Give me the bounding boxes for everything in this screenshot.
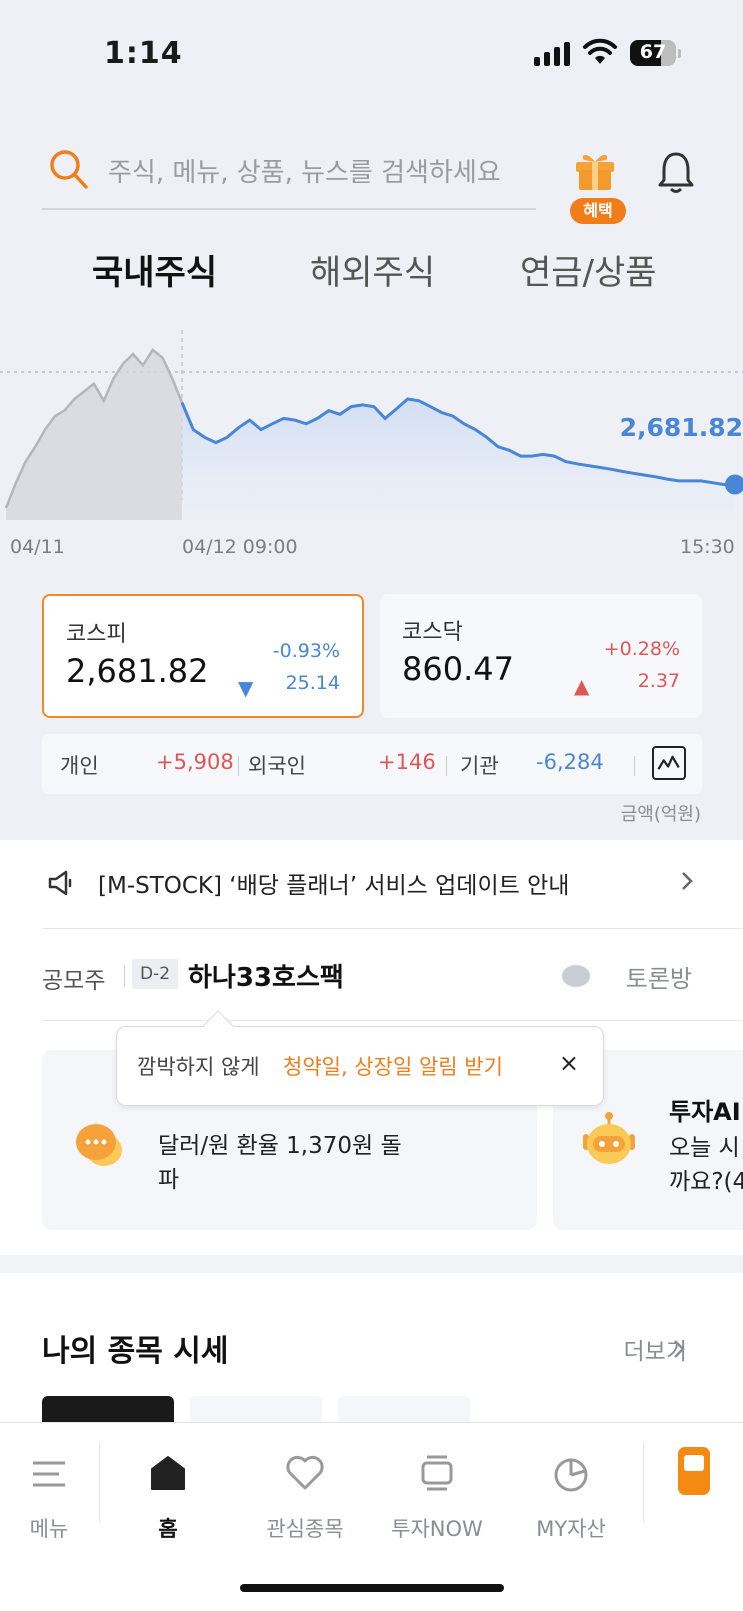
- benefit-button[interactable]: 혜택: [570, 148, 626, 228]
- robot-icon: [583, 1112, 635, 1164]
- home-icon: [151, 1456, 185, 1490]
- bottom-navigation: 메뉴 홈 관심종목 투자NOW MY자산: [0, 1422, 743, 1611]
- chat-bubble-icon: [562, 965, 590, 987]
- pie-icon: [554, 1458, 588, 1492]
- down-arrow-icon: ▼: [238, 676, 254, 700]
- card-title: 투자AI: [669, 1098, 741, 1126]
- tooltip-text: 깜박하지 않게: [137, 1055, 260, 1079]
- investor-label-institution: 기관: [460, 754, 499, 778]
- x-label-prev-day: 04/11: [10, 536, 65, 558]
- ipo-label: 공모주: [42, 968, 106, 994]
- kosdaq-card[interactable]: 코스닥 860.47 ▲ +0.28% 2.37: [380, 594, 702, 718]
- investor-value-foreign: +146: [378, 750, 436, 774]
- bell-icon[interactable]: [656, 150, 696, 194]
- index-change-points: 25.14: [285, 672, 340, 694]
- ipo-name: 하나33호스팩: [188, 963, 344, 993]
- kospi-card[interactable]: 코스피 2,681.82 ▼ -0.93% 25.14: [42, 594, 364, 718]
- index-value: 860.47: [402, 650, 514, 688]
- index-name: 코스닥: [402, 620, 463, 645]
- nav-label: MY자산: [536, 1517, 606, 1541]
- index-change-percent: +0.28%: [603, 638, 680, 660]
- wifi-icon: [583, 38, 617, 64]
- heart-icon: [286, 1455, 324, 1490]
- gift-icon: [576, 154, 614, 190]
- notice-banner[interactable]: [M-STOCK] ‘배당 플래너’ 서비스 업데이트 안내: [42, 862, 702, 910]
- card-text-line1: 오늘 시: [669, 1135, 740, 1161]
- nav-label: 투자NOW: [391, 1517, 483, 1541]
- investor-value-individual: +5,908: [156, 750, 234, 774]
- cards-icon: [421, 1455, 453, 1491]
- search-icon: [50, 150, 88, 189]
- card-text-line2: 까요?(4: [669, 1169, 743, 1195]
- dday-badge: D-2: [132, 959, 178, 989]
- close-icon[interactable]: ×: [559, 1049, 579, 1077]
- market-tabs: 국내주식 해외주식 연금/상품: [0, 245, 743, 305]
- megaphone-icon: [48, 870, 72, 896]
- x-label-open: 04/12 09:00: [182, 536, 298, 558]
- index-name: 코스피: [66, 622, 127, 647]
- ipo-row[interactable]: 공모주 D-2 하나33호스팩 토론방: [42, 955, 702, 1005]
- home-indicator: [240, 1584, 504, 1592]
- card-text-line1: 달러/원 환율 1,370원 돌: [158, 1133, 402, 1159]
- notice-text: [M-STOCK] ‘배당 플래너’ 서비스 업데이트 안내: [98, 873, 570, 899]
- battery-level: 67: [639, 41, 667, 63]
- signal-icon: [534, 40, 572, 66]
- prev-day-area: [6, 349, 182, 520]
- current-price-label: 2,681.82: [619, 413, 743, 442]
- nav-label: 메뉴: [29, 1517, 69, 1541]
- kospi-intraday-chart[interactable]: [0, 330, 743, 560]
- forum-link[interactable]: 토론방: [626, 959, 692, 994]
- index-change-points: 2.37: [637, 670, 680, 692]
- nav-label: 홈: [158, 1517, 178, 1541]
- divider: [42, 1020, 743, 1021]
- nav-label: 관심종목: [266, 1517, 344, 1541]
- index-change-percent: -0.93%: [272, 640, 340, 662]
- tab-overseas-stocks[interactable]: 해외주식: [310, 245, 435, 294]
- section-divider: [0, 1255, 743, 1273]
- tab-domestic-stocks[interactable]: 국내주식: [92, 245, 217, 294]
- unit-label: 금액(억원): [620, 804, 701, 825]
- search-placeholder: 주식, 메뉴, 상품, 뉴스를 검색하세요: [108, 158, 501, 188]
- status-bar: 1:14 67: [0, 0, 743, 110]
- investor-value-institution: -6,284: [536, 750, 604, 774]
- investor-label-individual: 개인: [60, 754, 99, 778]
- card-text-line2: 파: [158, 1167, 180, 1193]
- my-stocks-title: 나의 종목 시세: [42, 1334, 229, 1369]
- investor-flow-bar: 개인 +5,908 외국인 +146 기관 -6,284: [42, 734, 702, 794]
- menu-icon: [33, 1461, 65, 1487]
- chat-bubble-icon: [76, 1124, 122, 1166]
- tab-pension-products[interactable]: 연금/상품: [520, 245, 657, 294]
- status-time: 1:14: [104, 36, 183, 71]
- ipo-alert-tooltip: 깜박하지 않게 청약일, 상장일 알림 받기 ×: [116, 1010, 604, 1106]
- investor-label-foreign: 외국인: [248, 754, 306, 778]
- chart-toggle-icon[interactable]: [652, 746, 686, 780]
- phone-quick-icon[interactable]: [676, 1445, 712, 1497]
- index-value: 2,681.82: [66, 652, 209, 690]
- benefit-badge: 혜택: [570, 198, 626, 224]
- tooltip-alert-link[interactable]: 청약일, 상장일 알림 받기: [283, 1051, 503, 1081]
- search-bar[interactable]: 주식, 메뉴, 상품, 뉴스를 검색하세요: [42, 140, 536, 210]
- chevron-right-icon: [682, 872, 693, 890]
- battery-icon: 67: [630, 40, 681, 66]
- up-arrow-icon: ▲: [574, 674, 590, 698]
- chevron-right-icon: [674, 1340, 685, 1358]
- divider: [42, 928, 743, 929]
- x-label-close: 15:30: [680, 536, 735, 558]
